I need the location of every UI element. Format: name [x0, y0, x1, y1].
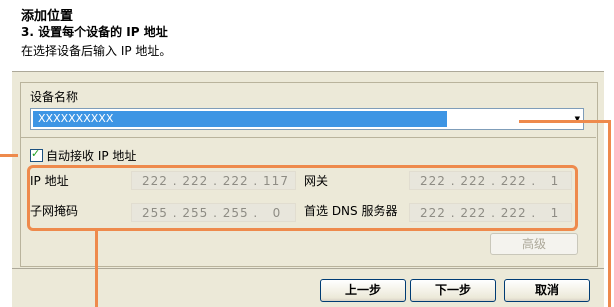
auto-ip-callout-line: [0, 154, 18, 157]
dropdown-callout-line: [519, 120, 611, 123]
dialog-title: 添加位置: [21, 9, 74, 24]
step-description: 在选择设备后输入 IP 地址。: [21, 44, 172, 58]
dropdown-callout-leader: [608, 120, 611, 307]
back-button[interactable]: 上一步: [320, 279, 406, 302]
ip-settings-callout-leader: [95, 231, 98, 307]
cancel-button[interactable]: 取消: [504, 279, 590, 302]
device-name-dropdown[interactable]: XXXXXXXXXX ▼: [30, 108, 584, 130]
device-name-selected: XXXXXXXXXX: [33, 111, 447, 127]
next-button[interactable]: 下一步: [410, 279, 496, 302]
auto-ip-label: 自动接收 IP 地址: [46, 149, 137, 163]
group-divider: [20, 137, 596, 138]
ip-settings-callout-box: [27, 165, 578, 231]
auto-ip-option[interactable]: 自动接收 IP 地址: [30, 147, 136, 164]
auto-ip-checkbox[interactable]: [30, 147, 43, 162]
footer-divider: [12, 268, 604, 269]
dialog-header: 添加位置 3. 设置每个设备的 IP 地址 在选择设备后输入 IP 地址。: [12, 0, 604, 72]
device-name-label: 设备名称: [30, 90, 79, 104]
step-title: 3. 设置每个设备的 IP 地址: [21, 25, 168, 39]
advanced-button[interactable]: 高级: [490, 233, 578, 255]
add-location-dialog: 添加位置 3. 设置每个设备的 IP 地址 在选择设备后输入 IP 地址。 设备…: [12, 0, 604, 307]
